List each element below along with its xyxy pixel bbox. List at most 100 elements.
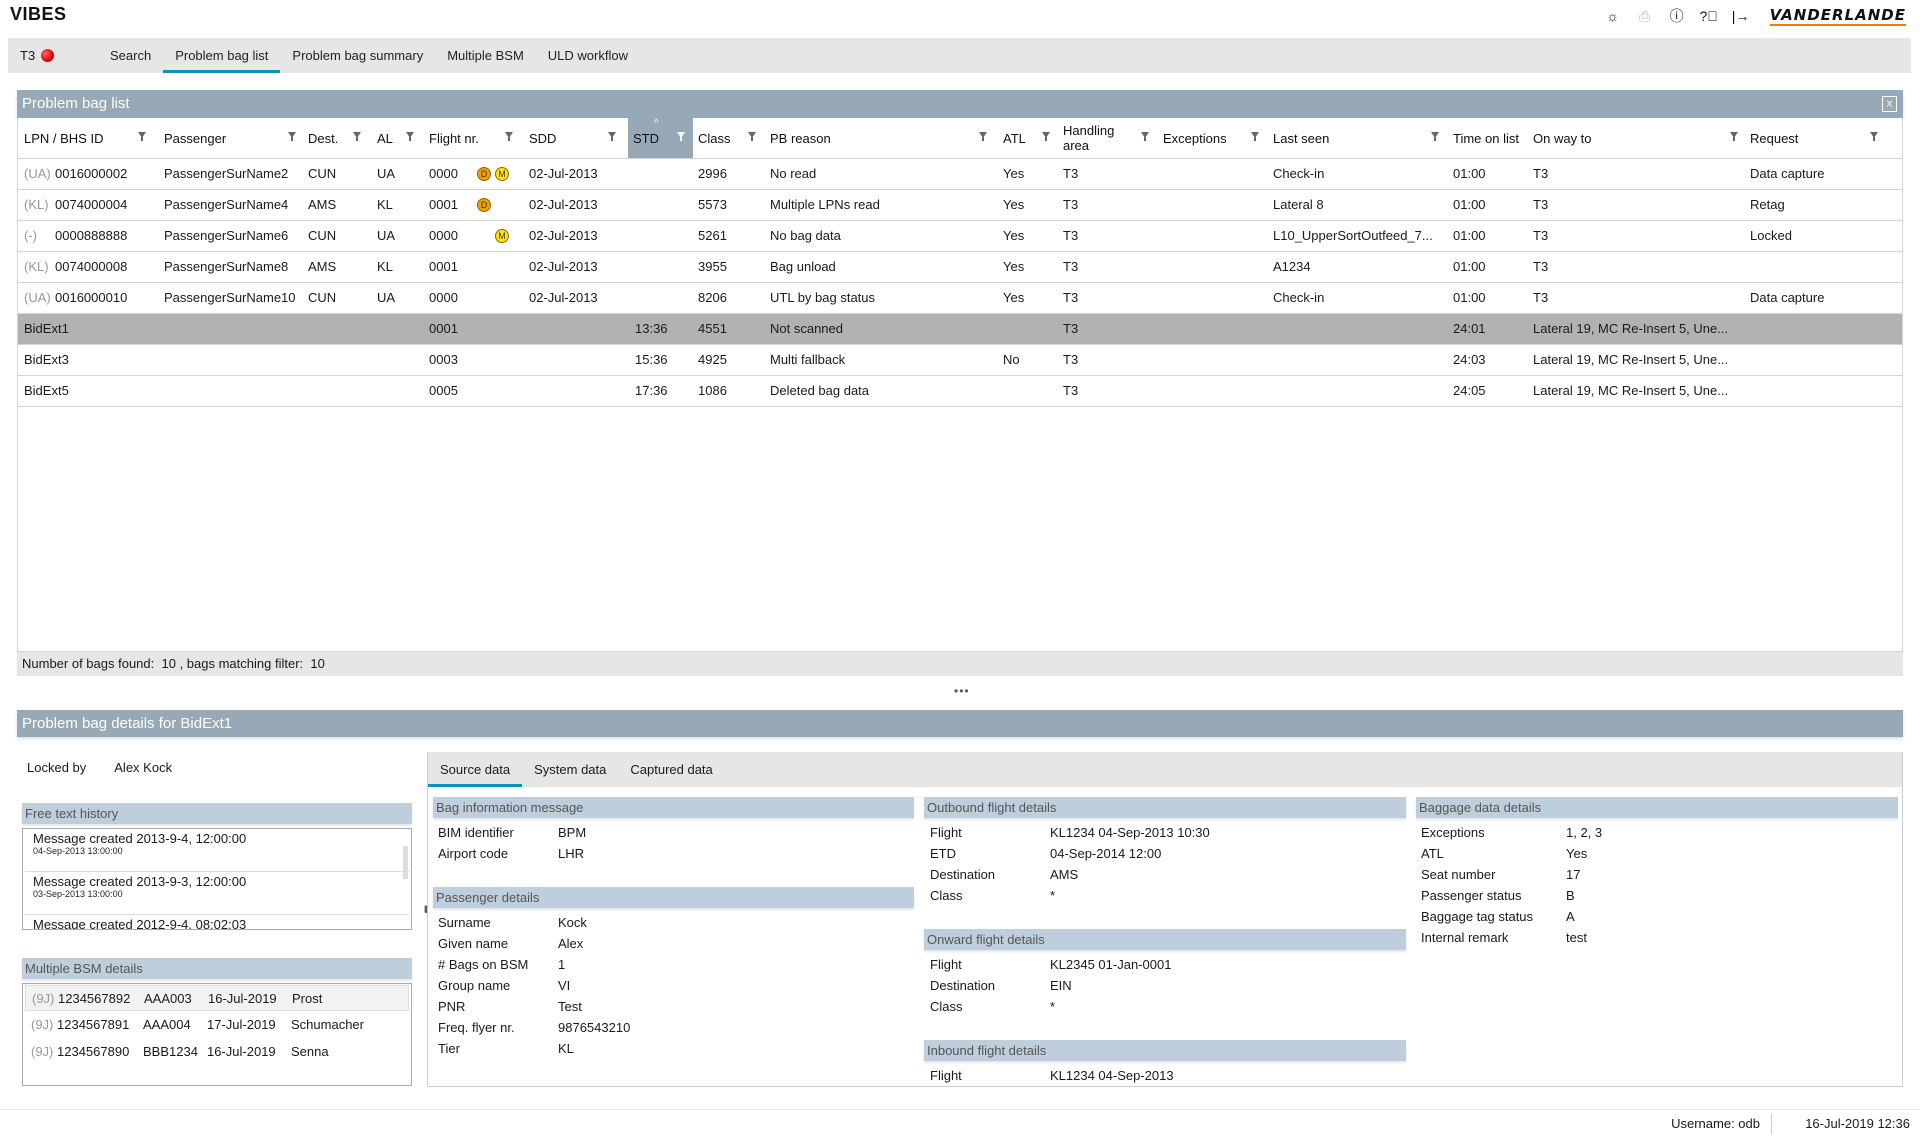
column-header-flight[interactable]: Flight nr. <box>429 118 479 158</box>
column-header-request[interactable]: Request <box>1750 118 1798 158</box>
bsm-prefix: (9J) <box>32 991 55 1006</box>
message-timestamp: 04-Sep-2013 13:00:00 <box>33 846 123 856</box>
filter-icon[interactable] <box>505 132 513 141</box>
cell-passenger: PassengerSurName2 <box>164 166 289 181</box>
cell-way: Lateral 19, MC Re-Insert 5, Une... <box>1533 383 1729 398</box>
column-header-class[interactable]: Class <box>698 118 731 158</box>
free-text-item[interactable]: Message created 2013-9-4, 12:00:00 04-Sep… <box>25 829 409 872</box>
table-row[interactable]: (KL) 0074000004 PassengerSurName4 AMS KL 0001… <box>18 190 1902 221</box>
column-header-way[interactable]: On way to <box>1533 118 1592 158</box>
detail-label: Destination <box>930 867 996 882</box>
cell-atl: Yes <box>1003 290 1025 305</box>
bsm-tag: 1234567891 <box>57 1017 130 1032</box>
cell-sdd: 02-Jul-2013 <box>529 166 598 181</box>
manual-badge-icon: M <box>495 167 509 181</box>
tab-system-data[interactable]: System data <box>522 752 618 787</box>
filter-icon[interactable] <box>406 132 414 141</box>
cell-flight: 0001 <box>429 197 458 212</box>
free-text-item[interactable]: Message created 2012-9-4, 08:02:03 <box>25 915 409 929</box>
passenger-section: Surname Kock Given name Alex # Bags on BSM 1 G… <box>438 912 630 1059</box>
filter-icon[interactable] <box>1251 132 1259 141</box>
detail-label: BIM identifier <box>438 825 514 840</box>
column-header-atl[interactable]: ATL <box>1003 118 1026 158</box>
detail-row: Freq. flyer nr. 9876543210 <box>438 1017 630 1038</box>
column-header-al[interactable]: AL <box>377 118 393 158</box>
print-icon[interactable]: ⎙ <box>1636 7 1654 25</box>
column-label: PB reason <box>770 130 831 146</box>
filter-icon[interactable] <box>1431 132 1439 141</box>
locked-by-value: Alex Kock <box>114 760 173 775</box>
column-header-sdd[interactable]: SDD <box>529 118 556 158</box>
column-header-std[interactable]: STD ^ <box>628 118 693 158</box>
cell-prefix: (UA) <box>24 166 51 181</box>
cell-way: T3 <box>1533 259 1549 274</box>
tab-captured-data[interactable]: Captured data <box>618 752 724 787</box>
scrollbar-thumb[interactable] <box>403 846 408 879</box>
table-row[interactable]: (UA) 0016000002 PassengerSurName2 CUN UA 0000… <box>18 159 1902 190</box>
filter-icon[interactable] <box>748 132 756 141</box>
inbound-section-header: Inbound flight details <box>924 1040 1406 1061</box>
filter-icon[interactable] <box>288 132 296 141</box>
cell-id: BidExt5 <box>24 383 69 398</box>
multiple-bsm-list[interactable]: (9J) 1234567892 AAA003 16-Jul-2019 Prost (9J)… <box>22 983 412 1086</box>
detail-row: Given name Alex <box>438 933 630 954</box>
cell-id: BidExt1 <box>24 321 69 336</box>
filter-icon[interactable] <box>608 132 616 141</box>
table-row[interactable]: (KL) 0074000008 PassengerSurName8 AMS KL 0001… <box>18 252 1902 283</box>
cell-flight: 0000 <box>429 166 458 181</box>
cell-atl: Yes <box>1003 166 1025 181</box>
table-row[interactable]: BidExt3 0003 15:36 4925 Multi fallback No T3 24… <box>18 345 1902 376</box>
column-header-last-seen[interactable]: Last seen <box>1273 118 1329 158</box>
cell-time: 24:05 <box>1453 383 1486 398</box>
column-header-dest[interactable]: Dest. <box>308 118 338 158</box>
tab-problem-bag-list[interactable]: Problem bag list <box>163 38 281 73</box>
filter-icon[interactable] <box>1042 132 1050 141</box>
tab-problem-bag-summary[interactable]: Problem bag summary <box>280 38 435 73</box>
filter-icon[interactable] <box>979 132 987 141</box>
grid-header-row: LPN / BHS ID Passenger Dest. AL Flight nr. SD… <box>18 118 1902 159</box>
logout-icon[interactable]: |→ <box>1732 7 1750 25</box>
table-row[interactable]: BidExt5 0005 17:36 1086 Deleted bag data T3 24… <box>18 376 1902 407</box>
filter-icon[interactable] <box>1870 132 1878 141</box>
bsm-list-item[interactable]: (9J) 1234567891 AAA004 17-Jul-2019 Schumache… <box>25 1012 409 1038</box>
filter-icon[interactable] <box>1730 132 1738 141</box>
table-row[interactable]: (-) 0000888888 PassengerSurName6 CUN UA 0000 0… <box>18 221 1902 252</box>
tab-uld-workflow[interactable]: ULD workflow <box>536 38 640 73</box>
help-icon[interactable]: ?⃝ <box>1699 7 1717 25</box>
cell-reason: No read <box>770 166 817 181</box>
detail-value: KL <box>558 1041 574 1056</box>
column-header-exceptions[interactable]: Exceptions <box>1163 118 1227 158</box>
cell-way: Lateral 19, MC Re-Insert 5, Une... <box>1533 352 1729 367</box>
terminal-indicator[interactable]: T3 <box>8 38 98 73</box>
table-row[interactable]: BidExt1 0001 13:36 4551 Not scanned T3 24:01 La… <box>18 314 1902 345</box>
cell-time: 01:00 <box>1453 166 1486 181</box>
detail-row: Internal remark test <box>1421 927 1602 948</box>
filter-icon[interactable] <box>353 132 361 141</box>
tab-multiple-bsm[interactable]: Multiple BSM <box>435 38 536 73</box>
tab-search[interactable]: Search <box>98 38 163 73</box>
cell-request: Data capture <box>1750 166 1825 181</box>
column-header-time[interactable]: Time on list <box>1453 118 1523 158</box>
tab-source-data[interactable]: Source data <box>428 752 523 787</box>
free-text-history-list[interactable]: Message created 2013-9-4, 12:00:00 04-Sep… <box>22 828 412 930</box>
cell-prefix: (-) <box>24 228 37 243</box>
excel-export-icon[interactable]: X <box>1882 96 1897 112</box>
filter-icon[interactable] <box>138 132 146 141</box>
bsm-name: Schumacher <box>291 1017 364 1032</box>
detail-row: ATL Yes <box>1421 843 1602 864</box>
cell-prefix: (UA) <box>24 290 51 305</box>
column-header-reason[interactable]: PB reason <box>770 118 831 158</box>
bsm-list-item[interactable]: (9J) 1234567890 BBB1234 16-Jul-2019 Senna <box>25 1039 409 1065</box>
bsm-list-item[interactable]: (9J) 1234567892 AAA003 16-Jul-2019 Prost <box>25 985 409 1011</box>
horizontal-splitter[interactable]: ••• <box>954 684 970 698</box>
column-header-area[interactable]: Handling area <box>1063 118 1133 158</box>
column-header-passenger[interactable]: Passenger <box>164 118 226 158</box>
detail-value: 1 <box>558 957 566 972</box>
filter-icon[interactable] <box>1141 132 1149 141</box>
free-text-item[interactable]: Message created 2013-9-3, 12:00:00 03-Sep… <box>25 872 409 915</box>
info-icon[interactable]: ⓘ <box>1668 7 1686 25</box>
brightness-icon[interactable]: ☼ <box>1604 7 1622 25</box>
table-row[interactable]: (UA) 0016000010 PassengerSurName10 CUN UA 000… <box>18 283 1902 314</box>
filter-icon[interactable] <box>677 132 685 141</box>
column-header-id[interactable]: LPN / BHS ID <box>24 118 103 158</box>
